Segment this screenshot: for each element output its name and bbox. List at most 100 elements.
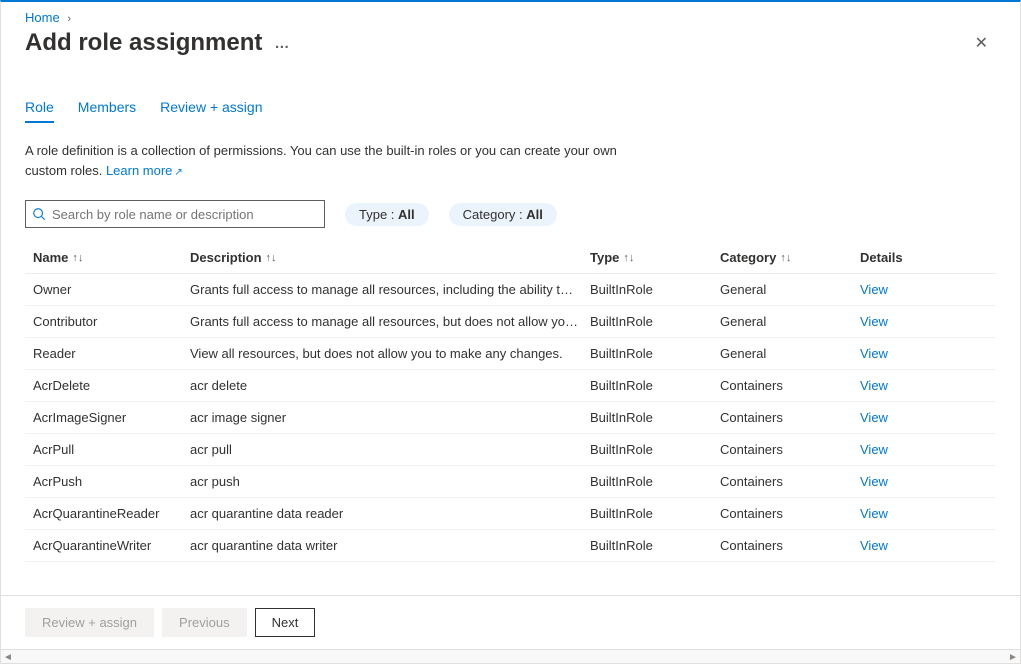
cell-name: Owner — [25, 282, 190, 297]
view-link[interactable]: View — [860, 474, 888, 489]
cell-name: AcrQuarantineWriter — [25, 538, 190, 553]
cell-description: Grants full access to manage all resourc… — [190, 282, 590, 297]
previous-button[interactable]: Previous — [162, 608, 247, 637]
tab-role[interactable]: Role — [25, 93, 54, 123]
cell-details: View — [860, 442, 960, 457]
search-wrapper — [25, 200, 325, 228]
tab-members[interactable]: Members — [78, 93, 136, 123]
external-link-icon: ↗ — [174, 167, 182, 178]
cell-description: acr quarantine data reader — [190, 506, 590, 521]
table-row[interactable]: ContributorGrants full access to manage … — [25, 306, 996, 338]
view-link[interactable]: View — [860, 346, 888, 361]
cell-type: BuiltInRole — [590, 346, 720, 361]
table-row[interactable]: AcrQuarantineReaderacr quarantine data r… — [25, 498, 996, 530]
scroll-right-icon[interactable]: ► — [1008, 652, 1018, 662]
cell-type: BuiltInRole — [590, 314, 720, 329]
roles-table: Name ↑↓ Description ↑↓ Type ↑↓ Category … — [25, 242, 996, 562]
table-row[interactable]: AcrPullacr pullBuiltInRoleContainersView — [25, 434, 996, 466]
column-header-description[interactable]: Description ↑↓ — [190, 250, 590, 265]
table-header-row: Name ↑↓ Description ↑↓ Type ↑↓ Category … — [25, 242, 996, 274]
column-header-name-text: Name — [33, 250, 68, 265]
cell-description: acr delete — [190, 378, 590, 393]
filter-category-value: All — [526, 207, 543, 222]
table-row[interactable]: AcrPushacr pushBuiltInRoleContainersView — [25, 466, 996, 498]
cell-name: AcrDelete — [25, 378, 190, 393]
chevron-right-icon: › — [67, 13, 71, 25]
filter-row: Type : All Category : All — [25, 200, 996, 228]
sort-icon: ↑↓ — [780, 252, 791, 264]
cell-category: General — [720, 282, 860, 297]
column-header-details: Details — [860, 250, 960, 265]
cell-type: BuiltInRole — [590, 538, 720, 553]
column-header-type-text: Type — [590, 250, 619, 265]
filter-type-value: All — [398, 207, 415, 222]
view-link[interactable]: View — [860, 410, 888, 425]
table-row[interactable]: AcrDeleteacr deleteBuiltInRoleContainers… — [25, 370, 996, 402]
filter-pill-type[interactable]: Type : All — [345, 203, 429, 226]
next-button[interactable]: Next — [255, 608, 316, 637]
search-input[interactable] — [46, 203, 318, 226]
cell-description: acr image signer — [190, 410, 590, 425]
view-link[interactable]: View — [860, 282, 888, 297]
cell-type: BuiltInRole — [590, 410, 720, 425]
cell-description: acr quarantine data writer — [190, 538, 590, 553]
column-header-details-text: Details — [860, 250, 903, 265]
table-row[interactable]: ReaderView all resources, but does not a… — [25, 338, 996, 370]
view-link[interactable]: View — [860, 314, 888, 329]
filter-category-label: Category : — [463, 207, 527, 222]
cell-type: BuiltInRole — [590, 474, 720, 489]
table-row[interactable]: OwnerGrants full access to manage all re… — [25, 274, 996, 306]
cell-name: AcrPull — [25, 442, 190, 457]
table-row[interactable]: AcrImageSigneracr image signerBuiltInRol… — [25, 402, 996, 434]
learn-more-link[interactable]: Learn more↗ — [106, 163, 183, 178]
column-header-category[interactable]: Category ↑↓ — [720, 250, 860, 265]
cell-details: View — [860, 410, 960, 425]
tab-review-assign[interactable]: Review + assign — [160, 93, 262, 123]
scroll-left-icon[interactable]: ◄ — [3, 652, 13, 662]
filter-type-label: Type : — [359, 207, 398, 222]
horizontal-scrollbar[interactable]: ◄ ► — [1, 649, 1020, 663]
cell-category: General — [720, 346, 860, 361]
cell-details: View — [860, 314, 960, 329]
description-text: A role definition is a collection of per… — [25, 141, 645, 180]
cell-name: Reader — [25, 346, 190, 361]
search-icon — [32, 207, 46, 221]
view-link[interactable]: View — [860, 442, 888, 457]
cell-details: View — [860, 378, 960, 393]
cell-name: AcrPush — [25, 474, 190, 489]
cell-type: BuiltInRole — [590, 378, 720, 393]
cell-type: BuiltInRole — [590, 506, 720, 521]
column-header-name[interactable]: Name ↑↓ — [25, 250, 190, 265]
learn-more-text: Learn more — [106, 163, 172, 178]
breadcrumb: Home › — [1, 2, 1020, 25]
content-scroll-area[interactable]: Role Members Review + assign A role defi… — [1, 77, 1020, 595]
filter-pill-category[interactable]: Category : All — [449, 203, 557, 226]
cell-type: BuiltInRole — [590, 442, 720, 457]
cell-category: Containers — [720, 506, 860, 521]
review-assign-button[interactable]: Review + assign — [25, 608, 154, 637]
cell-type: BuiltInRole — [590, 282, 720, 297]
cell-category: General — [720, 314, 860, 329]
footer: Review + assign Previous Next — [1, 595, 1020, 649]
cell-details: View — [860, 282, 960, 297]
sort-icon: ↑↓ — [266, 252, 277, 264]
column-header-type[interactable]: Type ↑↓ — [590, 250, 720, 265]
cell-category: Containers — [720, 538, 860, 553]
cell-category: Containers — [720, 442, 860, 457]
cell-description: acr pull — [190, 442, 590, 457]
page-root: Home › Add role assignment … ✕ Role Memb… — [0, 0, 1021, 664]
column-header-description-text: Description — [190, 250, 262, 265]
cell-details: View — [860, 474, 960, 489]
more-actions-icon[interactable]: … — [274, 35, 291, 52]
cell-category: Containers — [720, 410, 860, 425]
cell-category: Containers — [720, 474, 860, 489]
column-header-category-text: Category — [720, 250, 776, 265]
sort-icon: ↑↓ — [623, 252, 634, 264]
view-link[interactable]: View — [860, 538, 888, 553]
close-icon[interactable]: ✕ — [967, 29, 996, 57]
cell-name: Contributor — [25, 314, 190, 329]
breadcrumb-home-link[interactable]: Home — [25, 10, 60, 25]
view-link[interactable]: View — [860, 506, 888, 521]
table-row[interactable]: AcrQuarantineWriteracr quarantine data w… — [25, 530, 996, 562]
view-link[interactable]: View — [860, 378, 888, 393]
